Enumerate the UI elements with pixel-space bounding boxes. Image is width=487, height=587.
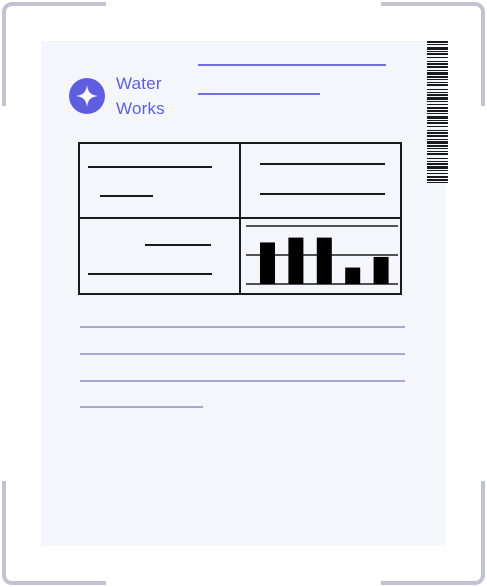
mini-chart-bar bbox=[345, 267, 361, 284]
paragraph-line-3 bbox=[80, 380, 405, 382]
barcode-bar bbox=[427, 94, 448, 96]
header-text-line-1 bbox=[198, 64, 386, 66]
barcode-bar bbox=[427, 84, 448, 86]
barcode-bar bbox=[427, 107, 448, 109]
barcode-bar bbox=[427, 122, 448, 124]
info-grid bbox=[78, 142, 402, 295]
barcode-bar bbox=[427, 126, 448, 127]
barcode-bar bbox=[427, 163, 448, 165]
barcode-bar bbox=[427, 97, 448, 100]
barcode-bar bbox=[427, 57, 448, 58]
barcode-bar bbox=[427, 113, 448, 114]
barcode-bar bbox=[427, 72, 448, 75]
barcode-bar bbox=[427, 101, 448, 102]
barcode-bar bbox=[427, 145, 448, 147]
barcode-bar bbox=[427, 139, 448, 140]
paragraph-line-4 bbox=[80, 406, 203, 408]
barcode-bar bbox=[427, 76, 448, 78]
barcode-bar bbox=[427, 61, 448, 62]
barcode-icon bbox=[427, 41, 448, 183]
barcode-bar bbox=[427, 53, 448, 55]
mini-bar-chart bbox=[246, 225, 398, 285]
barcode-bar bbox=[427, 153, 448, 155]
barcode-bar bbox=[427, 141, 448, 144]
paragraph-line-2 bbox=[80, 353, 405, 355]
paragraph-line-1 bbox=[80, 326, 405, 328]
barcode-bar bbox=[427, 92, 448, 93]
barcode-bar bbox=[427, 130, 448, 131]
brand-name-line-2: Works bbox=[116, 99, 165, 118]
barcode-bar bbox=[427, 89, 448, 90]
brand-name: Water Works bbox=[116, 71, 165, 121]
mini-chart-bar bbox=[373, 256, 389, 284]
barcode-bar bbox=[427, 47, 448, 50]
barcode-bar bbox=[427, 176, 448, 178]
barcode-bar bbox=[427, 135, 448, 137]
barcode-bar bbox=[427, 170, 448, 171]
barcode-bar bbox=[427, 104, 448, 105]
barcode-bar bbox=[427, 70, 448, 71]
barcode-bar bbox=[427, 63, 448, 65]
barcode-bar bbox=[427, 41, 448, 43]
sparkle-star-icon bbox=[69, 78, 105, 114]
barcode-bar bbox=[427, 173, 448, 174]
barcode-bar bbox=[427, 148, 448, 149]
barcode-bar bbox=[427, 182, 448, 183]
barcode-bar bbox=[427, 82, 448, 83]
barcode-bar bbox=[427, 120, 448, 121]
brand-logo: Water Works bbox=[69, 71, 165, 121]
barcode-bar bbox=[427, 51, 448, 52]
barcode-bar bbox=[427, 158, 448, 159]
mini-chart-bar bbox=[316, 237, 332, 284]
barcode-bar bbox=[427, 110, 448, 112]
barcode-bar bbox=[427, 166, 448, 169]
barcode-bar bbox=[427, 44, 448, 45]
barcode-bar bbox=[427, 79, 448, 80]
barcode-bar bbox=[427, 151, 448, 152]
barcode-bar bbox=[427, 116, 448, 119]
barcode-bar bbox=[427, 132, 448, 134]
barcode-bar bbox=[427, 179, 448, 181]
barcode-bar bbox=[427, 161, 448, 162]
mini-chart-bar bbox=[260, 242, 275, 284]
mini-chart-bar bbox=[288, 237, 304, 284]
header-text-line-2 bbox=[198, 93, 320, 95]
brand-name-line-1: Water bbox=[116, 74, 162, 93]
barcode-bar bbox=[427, 66, 448, 68]
